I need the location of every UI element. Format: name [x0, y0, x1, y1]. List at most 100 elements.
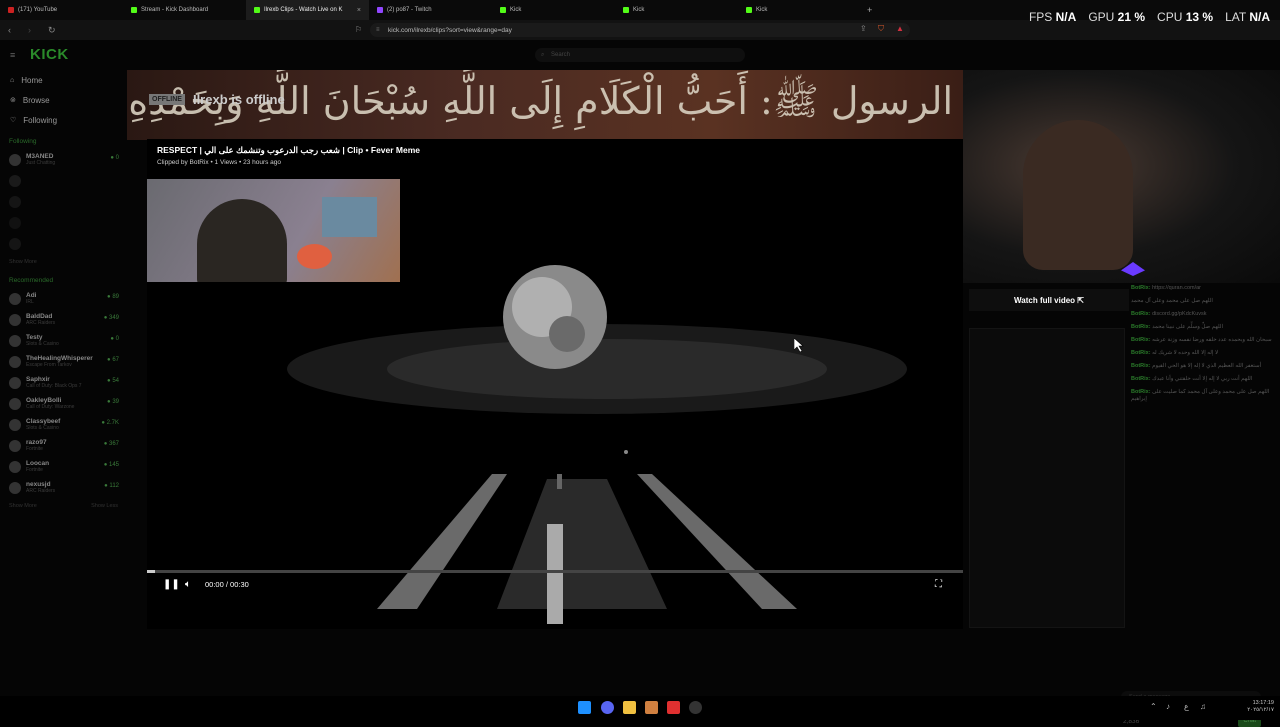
chat-username: BotRix:	[1131, 350, 1151, 356]
chat-panel: Watch full video ⇱ BotRix: https://quran…	[963, 283, 1280, 727]
channel-item[interactable]: razo97 Fortnite ● 367	[0, 436, 127, 457]
lamp-glow	[297, 244, 332, 269]
offline-text: Ilrexb is offline	[192, 92, 285, 107]
channel-item[interactable]: Loocan Fortnite ● 145	[0, 457, 127, 478]
language-icon[interactable]: ع	[1184, 702, 1189, 711]
chat-message: BotRix: اللهم صل على محمد وعلى آل محمد ك…	[1131, 389, 1275, 403]
offline-badge: OFFLINE	[149, 94, 185, 105]
brave-rewards-icon[interactable]: ▲	[896, 24, 904, 33]
menu-icon[interactable]: ≡	[10, 50, 15, 60]
following-show-more[interactable]: Show More	[0, 255, 127, 269]
viewer-count: ● 67	[107, 357, 119, 363]
tab-strip: (171) YouTube Stream - Kick Dashboard Ilre…	[0, 0, 861, 20]
url-field[interactable]: ≡ kick.com/ilrexb/clips?sort=view&range=…	[370, 23, 910, 37]
chat-message: BotRix: اللهم أنت ربي لا إله إلا أنت خلق…	[1131, 376, 1275, 383]
system-clock[interactable]: 13:17:19 ٢٠٢٥/١٢/١٧	[1247, 700, 1274, 714]
following-heading: Following	[9, 138, 37, 145]
chat-username: BotRix:	[1131, 376, 1151, 382]
speaker-icon[interactable]: ♫	[1200, 702, 1206, 711]
site-info-icon[interactable]: ≡	[376, 27, 380, 33]
pause-icon[interactable]: ❚❚	[163, 579, 180, 590]
tab-6[interactable]: Kick	[738, 0, 861, 20]
progress-bar[interactable]	[147, 570, 963, 573]
fullscreen-icon[interactable]: ⛶	[935, 579, 942, 590]
channel-item[interactable]: Adi IRL ● 89	[0, 289, 127, 310]
bookmark-icon[interactable]: ⚐	[355, 25, 362, 34]
channel-item[interactable]: Testy Slots & Casino ● 0	[0, 331, 127, 352]
back-icon[interactable]: ‹	[8, 25, 20, 35]
chat-text: اللهم أنت ربي لا إله إلا أنت خلقتني وأنا…	[1152, 376, 1253, 382]
tab-5[interactable]: Kick	[615, 0, 738, 20]
tab-1[interactable]: Stream - Kick Dashboard	[123, 0, 246, 20]
new-tab-button[interactable]: +	[867, 5, 872, 15]
chat-username: BotRix:	[1131, 285, 1151, 291]
tab-favicon-icon	[746, 7, 752, 13]
avatar	[9, 398, 21, 410]
channel-item[interactable]: Classybeef Slots & Casino ● 2.7K	[0, 415, 127, 436]
channel-item[interactable]: OakleyBolli Call of Duty: Warzone ● 39	[0, 394, 127, 415]
chat-username: BotRix:	[1131, 337, 1151, 343]
channel-item[interactable]: nexusjd ARC Raiders ● 112	[0, 478, 127, 499]
channel-item[interactable]: BaldDad ARC Raiders ● 349	[0, 310, 127, 331]
search-input[interactable]: ⌕ Search	[535, 48, 745, 62]
channel-item[interactable]: TheHealingWhisperer Escape From Tarkov ● 6…	[0, 352, 127, 373]
channel-item[interactable]: M3ANED Just Chatting ● 0	[0, 150, 127, 171]
chat-message: BotRix: اللهم صلِّ وسلِّم على نبينا محمد	[1131, 324, 1275, 331]
performance-overlay: FPS N/A GPU 21 % CPU 13 % LAT N/A	[1029, 10, 1270, 24]
sidebar-item-0[interactable]: ⌂ Home	[0, 70, 127, 90]
time-display: 00:00 / 00:30	[205, 580, 249, 589]
tab-4[interactable]: Kick	[492, 0, 615, 20]
tray-expand-icon[interactable]: ⌃	[1150, 702, 1157, 711]
sticky-notes-wall	[322, 197, 377, 237]
microphone-icon[interactable]: ♪	[1166, 702, 1170, 711]
app-icon[interactable]	[645, 701, 658, 714]
chat-message: اللهم صل على محمد وعلى آل محمد	[1131, 298, 1275, 305]
recommended-show-toggle: Show More Show Less	[0, 499, 127, 513]
channel-item[interactable]: Saphxir Call of Duty: Black Ops 7 ● 54	[0, 373, 127, 394]
recommended-heading: Recommended	[9, 277, 54, 284]
tab-3[interactable]: (2) po87 - Twitch	[369, 0, 492, 20]
share-icon[interactable]: ⇪	[860, 24, 867, 33]
show-less-link[interactable]: Show Less	[91, 503, 118, 509]
sidebar-item-1[interactable]: ⊚ Browse	[0, 90, 127, 110]
reload-icon[interactable]: ↻	[48, 25, 60, 36]
show-more-link[interactable]: Show More	[9, 503, 37, 509]
start-icon[interactable]	[578, 701, 591, 714]
chat-message: BotRix: https://quran.com/ar	[1131, 285, 1275, 292]
tab-favicon-icon	[8, 7, 14, 13]
heart-icon: ♡	[10, 117, 17, 124]
kick-page: ≡ KICK ⌕ Search ⌂ Home ⊚ Browse ♡ Following F…	[0, 40, 1280, 727]
file-explorer-icon[interactable]	[623, 701, 636, 714]
close-tab-icon[interactable]: ×	[357, 7, 361, 14]
clip-title: RESPECT | شعب رجب الدرعوب وتنشمك على الي…	[157, 145, 421, 155]
brave-shields-icon[interactable]: ⛉	[878, 24, 884, 34]
tab-favicon-icon	[500, 7, 506, 13]
avatar	[9, 314, 21, 326]
fps-readout: FPS N/A	[1028, 10, 1077, 24]
tab-0[interactable]: (171) YouTube	[0, 0, 123, 20]
offline-status: OFFLINE Ilrexb is offline	[149, 92, 285, 107]
brave-icon[interactable]	[667, 701, 680, 714]
kick-logo[interactable]: KICK	[30, 46, 69, 63]
obs-icon[interactable]	[689, 701, 702, 714]
clip-list-panel	[969, 328, 1125, 628]
avatar	[9, 293, 21, 305]
tab-label: Kick	[756, 7, 768, 13]
sidebar-nav: ⌂ Home ⊚ Browse ♡ Following	[0, 70, 127, 130]
chat-text: discord.gg/pKdcKuvsk	[1152, 311, 1207, 317]
streamer-figure	[197, 199, 287, 282]
chat-text: لا إله إلا الله وحده لا شريك له	[1152, 350, 1219, 356]
watch-full-video-button[interactable]: Watch full video ⇱	[969, 289, 1129, 311]
viewer-count: ● 54	[107, 378, 119, 384]
chat-text: اللهم صل على محمد وعلى آل محمد كما صليت …	[1131, 389, 1270, 402]
viewer-count: ● 112	[104, 483, 119, 489]
sidebar-item-2[interactable]: ♡ Following	[0, 110, 127, 130]
tab-2[interactable]: Ilrexb Clips - Watch Live on K ×	[246, 0, 369, 20]
discord-icon[interactable]	[601, 701, 614, 714]
viewer-count: ● 0	[110, 155, 119, 161]
volume-icon[interactable]: 🔈︎	[185, 579, 191, 590]
forward-icon[interactable]: ›	[28, 25, 40, 35]
clip-video-player[interactable]: RESPECT | شعب رجب الدرعوب وتنشمك على الي…	[147, 139, 963, 629]
following-placeholder	[0, 192, 127, 213]
windows-taskbar: ⌃ ♪ ع ♫ 13:17:19 ٢٠٢٥/١٢/١٧	[0, 696, 1280, 720]
